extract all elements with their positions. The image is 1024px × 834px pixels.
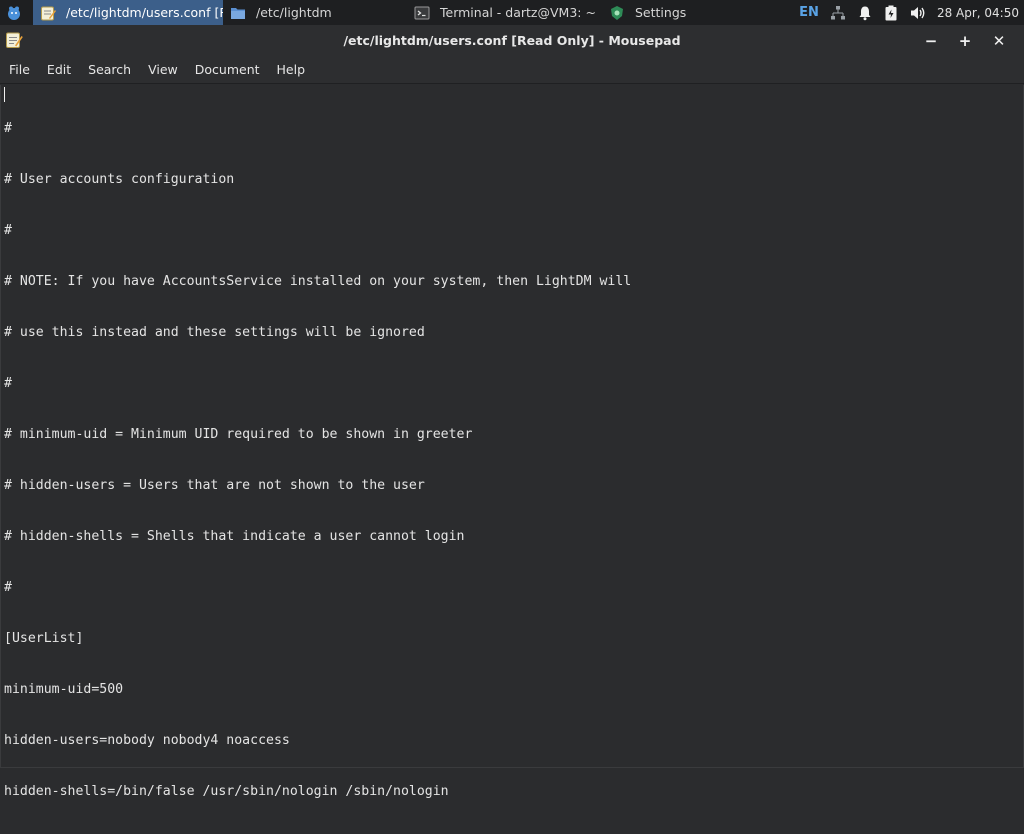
taskbar-item-label: /etc/lightdm: [256, 5, 332, 20]
menu-document[interactable]: Document: [188, 56, 267, 84]
terminal-icon: [414, 6, 430, 19]
window-titlebar[interactable]: /etc/lightdm/users.conf [Read Only] - Mo…: [0, 25, 1024, 56]
maximize-button[interactable]: +: [948, 25, 982, 56]
menu-edit[interactable]: Edit: [40, 56, 78, 84]
clock[interactable]: 28 Apr, 04:50: [937, 6, 1019, 20]
taskbar-item-label: /etc/lightdm/users.conf [Re...: [66, 5, 223, 20]
battery-icon[interactable]: [884, 5, 898, 21]
menubar: File Edit Search View Document Help: [0, 56, 1024, 84]
taskbar-item-settings[interactable]: Settings: [602, 0, 712, 25]
text-line: # NOTE: If you have AccountsService inst…: [4, 274, 632, 289]
menu-search[interactable]: Search: [81, 56, 138, 84]
taskbar-item-terminal[interactable]: Terminal - dartz@VM3: ~: [407, 0, 602, 25]
taskbar-item-file-manager[interactable]: /etc/lightdm: [223, 0, 403, 25]
text-editor-icon: [41, 6, 56, 20]
whisker-menu-button[interactable]: [0, 0, 27, 25]
folder-icon: [231, 7, 245, 19]
system-tray: EN 28 Apr, 04:50: [799, 0, 1024, 25]
taskbar-item-label: Settings: [635, 5, 687, 20]
text-line: #: [4, 121, 12, 136]
text-line: hidden-users=nobody nobody4 noaccess: [4, 733, 290, 748]
menu-help[interactable]: Help: [270, 56, 313, 84]
text-line: # use this instead and these settings wi…: [4, 325, 425, 340]
window-title: /etc/lightdm/users.conf [Read Only] - Mo…: [343, 33, 681, 48]
top-panel: /etc/lightdm/users.conf [Re... /etc/ligh…: [0, 0, 1024, 25]
menu-file[interactable]: File: [2, 56, 37, 84]
document-text[interactable]: # # User accounts configuration # # NOTE…: [4, 86, 631, 834]
text-line: #: [4, 580, 12, 595]
text-line: # hidden-shells = Shells that indicate a…: [4, 529, 465, 544]
taskbar-item-label: Terminal - dartz@VM3: ~: [440, 5, 596, 20]
volume-icon[interactable]: [909, 5, 927, 21]
keyboard-layout-indicator[interactable]: EN: [799, 5, 819, 20]
text-line: #: [4, 223, 12, 238]
close-button[interactable]: ✕: [982, 25, 1016, 56]
text-line: # User accounts configuration: [4, 172, 235, 187]
text-line: hidden-shells=/bin/false /usr/sbin/nolog…: [4, 784, 449, 799]
text-line: #: [4, 376, 12, 391]
menu-view[interactable]: View: [141, 56, 185, 84]
taskbar-item-mousepad[interactable]: /etc/lightdm/users.conf [Re...: [33, 0, 223, 25]
window-controls: − + ✕: [914, 25, 1016, 56]
xfce-mouse-icon: [7, 6, 20, 20]
text-line: [UserList]: [4, 631, 84, 646]
text-line: minimum-uid=500: [4, 682, 124, 697]
notification-bell-icon[interactable]: [857, 5, 873, 21]
text-editor-area[interactable]: # # User accounts configuration # # NOTE…: [0, 85, 1024, 799]
minimize-button[interactable]: −: [914, 25, 948, 56]
text-line: # minimum-uid = Minimum UID required to …: [4, 427, 473, 442]
settings-icon: [611, 5, 623, 20]
text-line: # hidden-users = Users that are not show…: [4, 478, 425, 493]
network-icon[interactable]: [830, 5, 846, 21]
